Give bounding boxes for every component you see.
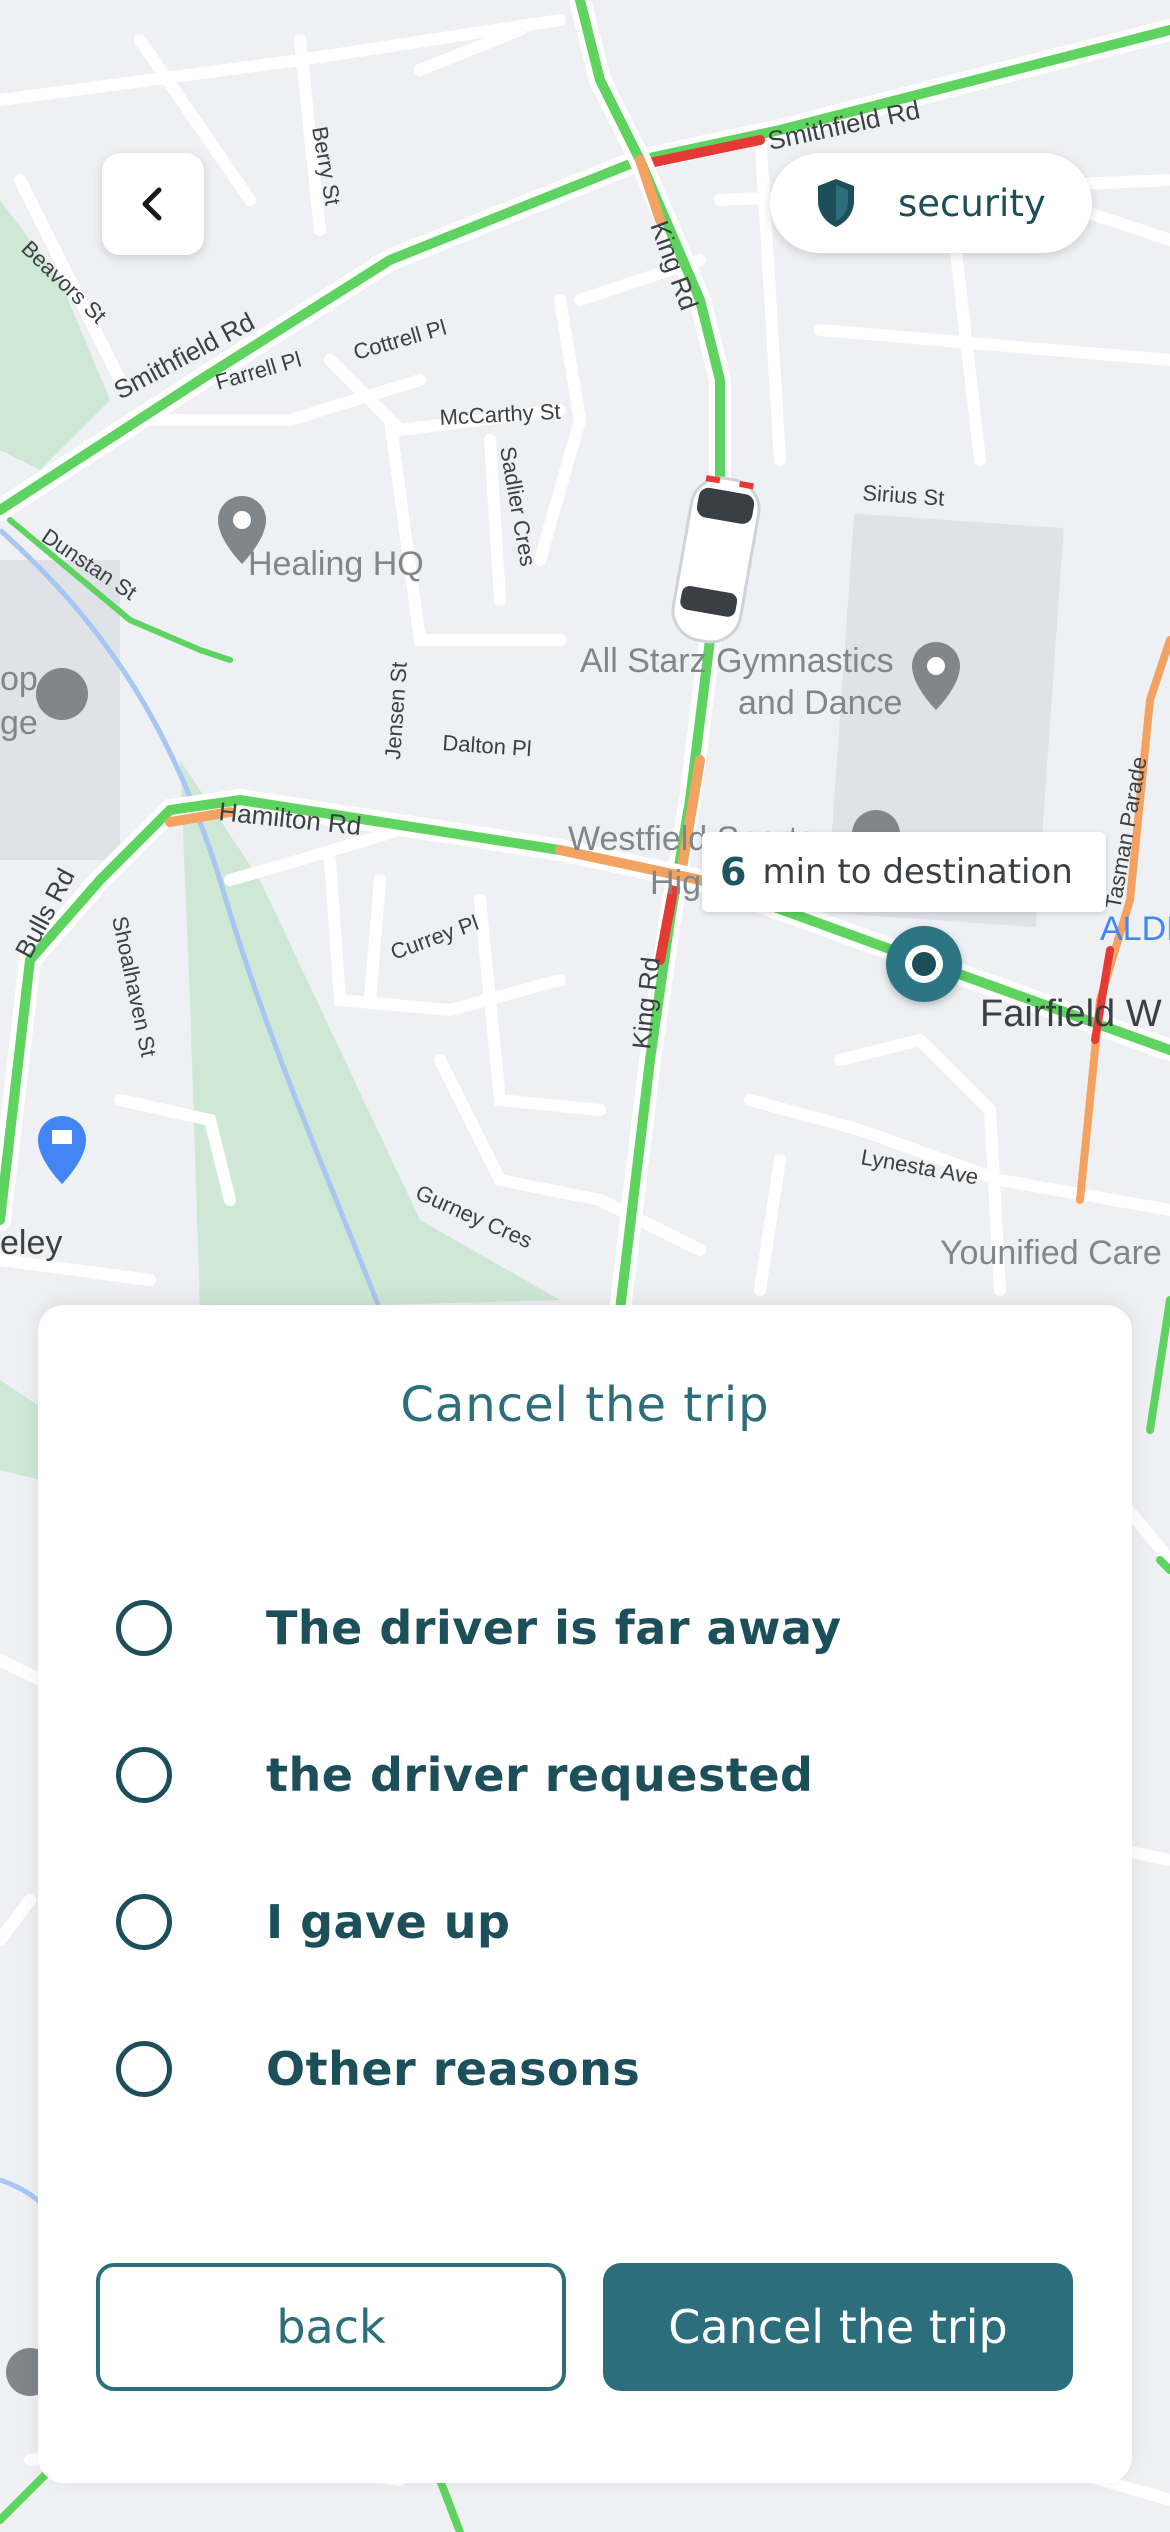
sheet-title: Cancel the trip — [400, 1377, 770, 1433]
cancel-reason-option[interactable]: the driver requested — [116, 1730, 1016, 1820]
cancel-reason-label: I gave up — [266, 1895, 511, 1949]
cancel-reason-label: The driver is far away — [266, 1601, 842, 1655]
back-arrow-button[interactable] — [102, 153, 204, 255]
cancel-reason-option[interactable]: Other reasons — [116, 2024, 1016, 2114]
poi-label-healing-hq: Healing HQ — [248, 545, 424, 583]
eta-label: min to destination — [762, 852, 1073, 892]
security-button[interactable]: security — [770, 153, 1092, 253]
radio-button[interactable] — [116, 1600, 172, 1656]
poi-label-ge: ge — [0, 704, 38, 742]
cancel-reason-label: the driver requested — [266, 1748, 814, 1802]
eta-callout: 6 min to destination — [702, 832, 1106, 912]
shield-icon — [818, 179, 854, 227]
radio-button[interactable] — [116, 1747, 172, 1803]
radio-button[interactable] — [116, 1894, 172, 1950]
poi-label-aldi: ALDI — [1100, 910, 1170, 948]
security-label: security — [898, 181, 1046, 225]
back-button[interactable]: back — [96, 2263, 566, 2391]
cancel-reason-label: Other reasons — [266, 2042, 641, 2096]
poi-label-eley: eley — [0, 1224, 62, 1262]
poi-label-gymnastics: All Starz Gymnastics — [580, 642, 894, 680]
poi-label-op: op — [0, 660, 38, 698]
cancel-reason-option[interactable]: I gave up — [116, 1877, 1016, 1967]
chevron-left-icon — [142, 187, 162, 221]
cancel-trip-sheet: Cancel the trip The driver is far away t… — [38, 1305, 1132, 2483]
cancel-reason-option[interactable]: The driver is far away — [116, 1583, 1016, 1673]
road-label-fairfield: Fairfield W — [980, 993, 1162, 1035]
destination-pin-icon — [886, 926, 962, 1002]
eta-minutes: 6 — [720, 850, 747, 894]
poi-label-gymnastics-sub: and Dance — [738, 684, 902, 722]
radio-button[interactable] — [116, 2041, 172, 2097]
cancel-trip-button[interactable]: Cancel the trip — [603, 2263, 1073, 2391]
poi-label-younified: Younified Care — [940, 1234, 1162, 1272]
